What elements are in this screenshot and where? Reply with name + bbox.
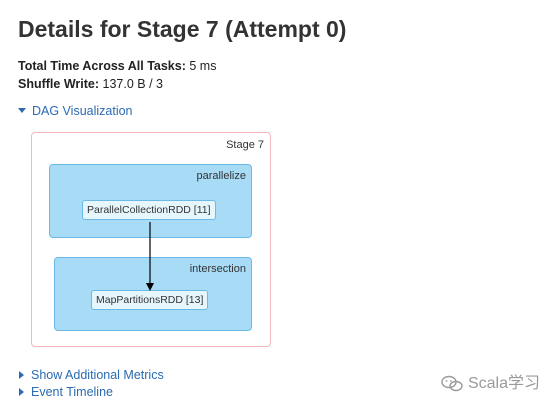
stage-label: Stage 7 xyxy=(226,139,264,151)
show-additional-metrics-toggle[interactable]: Show Additional Metrics xyxy=(18,368,164,382)
cluster-intersection[interactable]: intersection MapPartitionsRDD [13] xyxy=(54,257,252,331)
shuffle-write-label: Shuffle Write: xyxy=(18,77,100,91)
show-additional-metrics-label: Show Additional Metrics xyxy=(31,368,164,382)
rdd-node-parallelcollection[interactable]: ParallelCollectionRDD [11] xyxy=(82,200,216,220)
dag-visualization-toggle[interactable]: DAG Visualization xyxy=(18,104,133,118)
watermark: Scala学习 xyxy=(441,369,540,393)
cluster-parallelize[interactable]: parallelize ParallelCollectionRDD [11] xyxy=(49,164,252,238)
total-time-summary: Total Time Across All Tasks: 5 ms xyxy=(18,59,216,73)
shuffle-write-value: 137.0 B / 3 xyxy=(102,77,163,91)
total-time-label: Total Time Across All Tasks: xyxy=(18,59,186,73)
dag-stage-box: Stage 7 parallelize ParallelCollectionRD… xyxy=(31,132,271,347)
watermark-text: Scala学习 xyxy=(467,375,540,392)
expanded-arrow-icon xyxy=(18,108,26,114)
event-timeline-label: Event Timeline xyxy=(31,385,113,399)
page-title: Details for Stage 7 (Attempt 0) xyxy=(18,16,347,42)
total-time-value: 5 ms xyxy=(189,59,217,73)
collapsed-arrow-icon xyxy=(19,370,24,379)
rdd-node-mappartitions[interactable]: MapPartitionsRDD [13] xyxy=(91,290,209,310)
dag-visualization-label: DAG Visualization xyxy=(32,104,133,118)
wechat-icon xyxy=(441,376,463,392)
cluster-label-intersection: intersection xyxy=(189,263,246,275)
cluster-label-parallelize: parallelize xyxy=(196,170,246,182)
collapsed-arrow-icon xyxy=(19,387,24,396)
shuffle-write-summary: Shuffle Write: 137.0 B / 3 xyxy=(18,77,163,91)
event-timeline-toggle[interactable]: Event Timeline xyxy=(18,385,113,399)
